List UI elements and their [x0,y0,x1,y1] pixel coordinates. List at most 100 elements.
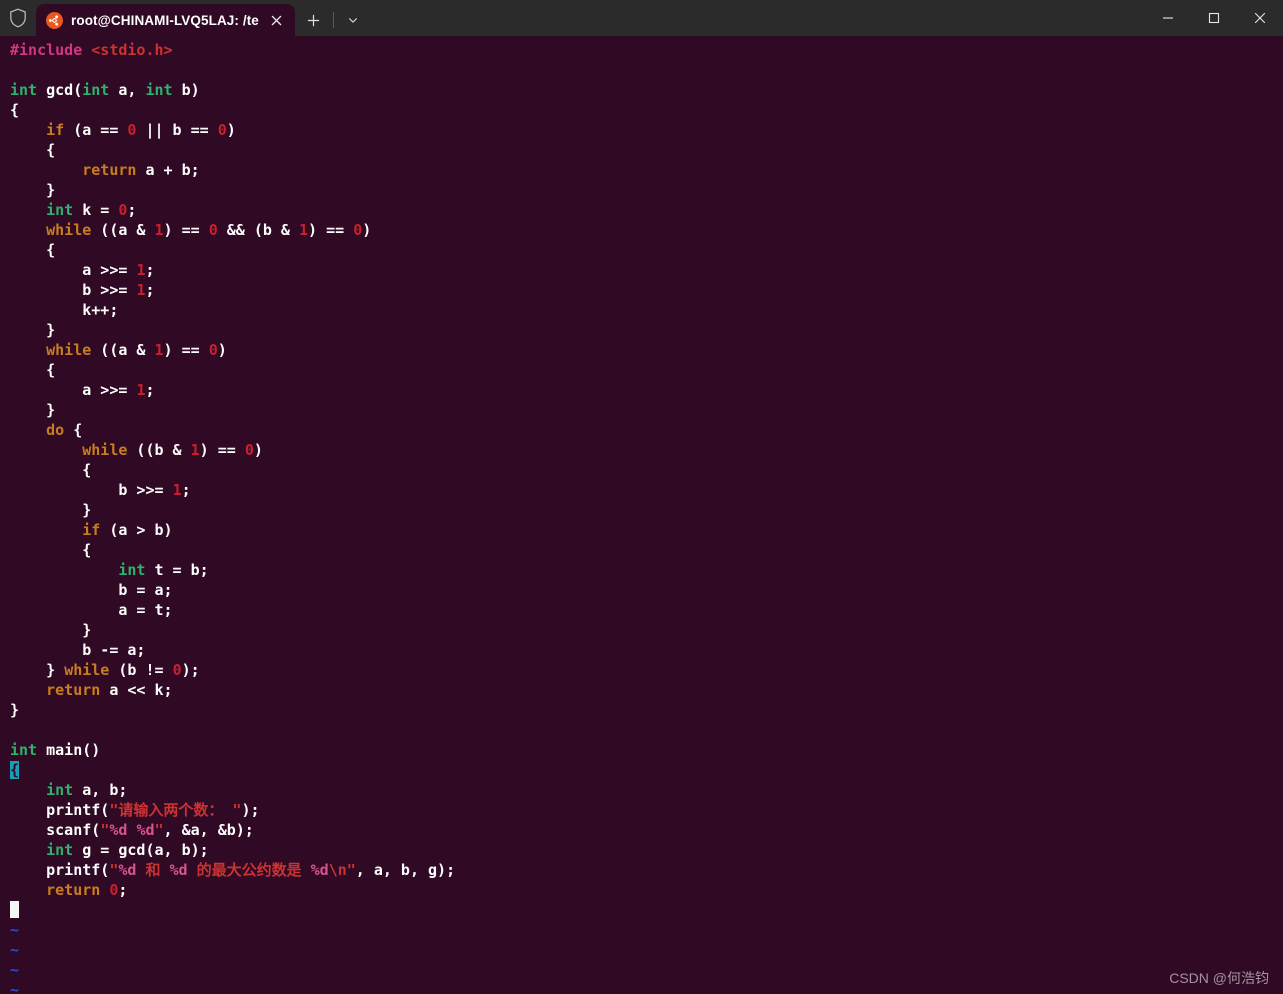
code-span: 1 [154,341,164,359]
code-line: if (a > b) [10,520,1283,540]
code-line: { [10,140,1283,160]
minimize-icon[interactable] [1145,0,1191,36]
code-span: { [10,241,56,259]
code-span: ) [253,441,263,459]
chevron-down-icon[interactable] [338,6,368,34]
code-span: " [154,821,164,839]
code-span: while [82,441,128,459]
code-line: } [10,700,1283,720]
code-span: { [10,361,56,379]
code-span: <stdio.h> [91,41,173,59]
code-span: t = b; [145,561,209,579]
code-span: "请输入两个数： " [109,801,242,819]
code-line: do { [10,420,1283,440]
code-line: { [10,760,1283,780]
code-span: 0 [244,441,254,459]
csdn-watermark: CSDN @何浩钧 [1169,970,1269,986]
code-span: ; [145,281,155,299]
code-line: int k = 0; [10,200,1283,220]
code-span: } [10,621,92,639]
code-span: 0 [172,661,182,679]
code-span: 1 [154,221,164,239]
code-line: b >>= 1; [10,280,1283,300]
code-line: #include <stdio.h> [10,40,1283,60]
new-tab-button[interactable] [299,6,329,34]
code-span: return [82,161,137,179]
code-line: { [10,460,1283,480]
code-line: } while (b != 0); [10,660,1283,680]
code-span: %d [310,861,329,879]
code-line: } [10,320,1283,340]
code-span: ) == [163,221,209,239]
code-span [10,421,46,439]
text-cursor [10,901,19,918]
tab-title-label: root@CHINAMI-LVQ5LAJ: /te [71,12,259,28]
code-span: do [46,421,65,439]
tabstrip-divider [332,12,334,28]
tab-close-icon[interactable] [267,10,287,30]
terminal-tab-active[interactable]: root@CHINAMI-LVQ5LAJ: /te [36,4,295,36]
code-span: a >>= [10,381,137,399]
code-span: 的最大公约数是 [187,861,311,879]
code-line: b >>= 1; [10,480,1283,500]
code-span: %d [118,861,137,879]
code-span: (b != [109,661,173,679]
code-span: { [10,141,56,159]
code-span: { [10,101,20,119]
code-span: k = [73,201,119,219]
code-span: ; [145,261,155,279]
terminal-viewport[interactable]: #include <stdio.h> int gcd(int a, int b)… [0,36,1283,994]
code-span: } [10,701,20,719]
code-line: scanf("%d %d", &a, &b); [10,820,1283,840]
vim-filler-line: ~ [10,920,1283,940]
code-span: 和 [136,861,170,879]
code-span: scanf( [10,821,101,839]
code-line: } [10,180,1283,200]
code-span: printf( [10,801,110,819]
code-span [10,121,46,139]
maximize-icon[interactable] [1191,0,1237,36]
code-span: " [100,821,110,839]
code-line: printf("请输入两个数： "); [10,800,1283,820]
code-span [10,841,46,859]
code-span: ; [145,381,155,399]
code-span: while [46,221,92,239]
close-icon[interactable] [1237,0,1283,36]
code-span: && (b & [217,221,299,239]
tilde-icon: ~ [10,961,20,979]
code-span: main() [46,741,101,759]
code-span: ((b & [127,441,191,459]
code-span: ; [127,201,137,219]
code-span [10,341,46,359]
code-span: ((a & [91,341,155,359]
code-span [10,201,46,219]
code-span: { [10,761,20,779]
cursor-line [10,900,1283,920]
code-line: int t = b; [10,560,1283,580]
code-line: int g = gcd(a, b); [10,840,1283,860]
code-span: #include [10,41,92,59]
code-line: int gcd(int a, int b) [10,80,1283,100]
code-span: ; [118,881,128,899]
code-span: 0 [353,221,363,239]
code-span: int [118,561,146,579]
code-span: } [10,401,56,419]
code-span: ) == [199,441,245,459]
code-span: ((a & [91,221,155,239]
code-span: k++; [10,301,119,319]
code-span: ) [226,121,236,139]
code-line: return a << k; [10,680,1283,700]
vim-buffer[interactable]: #include <stdio.h> int gcd(int a, int b)… [10,40,1283,994]
tabstrip-actions [295,4,368,36]
code-span: (a == [64,121,128,139]
code-span: ); [181,661,200,679]
code-span: return [46,881,101,899]
code-span: %d [109,821,128,839]
code-span [10,521,82,539]
code-line: while ((a & 1) == 0 && (b & 1) == 0) [10,220,1283,240]
code-span [10,781,46,799]
code-line: while ((b & 1) == 0) [10,440,1283,460]
code-line: a = t; [10,600,1283,620]
